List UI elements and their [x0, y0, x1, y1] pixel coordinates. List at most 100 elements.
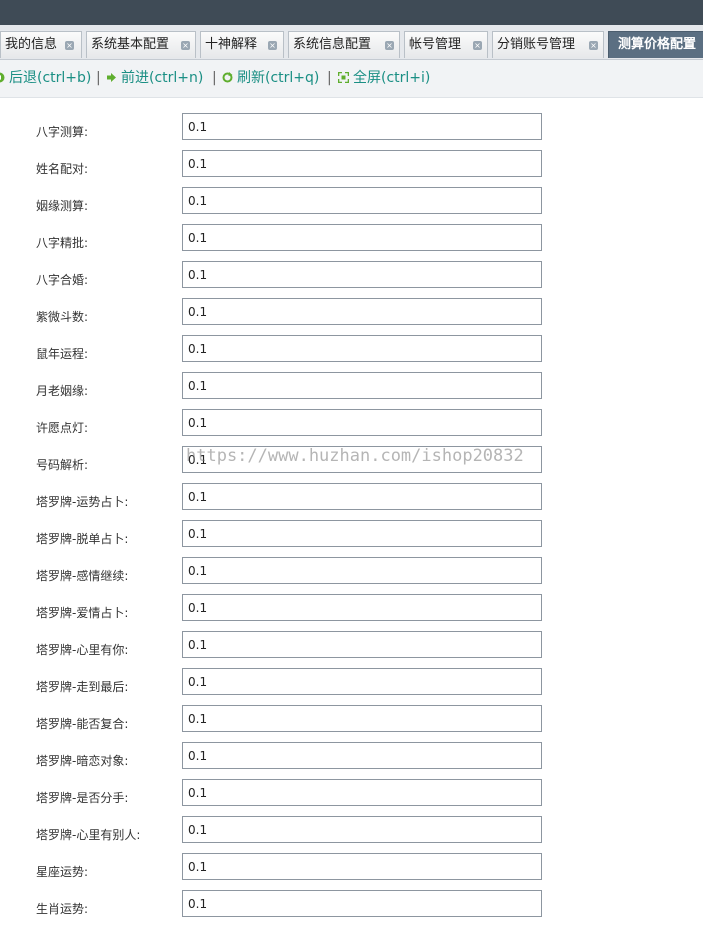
close-icon[interactable]: × [65, 41, 74, 50]
field-label: 八字精批: [36, 236, 89, 250]
form-row: 塔罗牌-感情继续: [0, 555, 703, 592]
refresh-icon [222, 72, 233, 83]
fullscreen-button[interactable]: 全屏(ctrl+i) [338, 60, 430, 97]
form-row: 紫微斗数: [0, 296, 703, 333]
tarot-single-price-input[interactable] [182, 520, 542, 547]
close-icon[interactable]: × [473, 41, 482, 50]
form-row: 星座运势: [0, 851, 703, 888]
field-label: 鼠年运程: [36, 347, 89, 361]
forward-arrow-icon [107, 73, 116, 82]
back-arrow-icon [0, 72, 5, 83]
tab-label: 十神解释 [205, 37, 258, 52]
form-row: 姓名配对: [0, 148, 703, 185]
toolbar-separator: | [212, 70, 217, 86]
field-label: 塔罗牌-心里有你: [36, 643, 129, 657]
marriage-fate-price-input[interactable] [182, 187, 542, 214]
field-label: 星座运势: [36, 865, 89, 879]
form-row: 塔罗牌-暗恋对象: [0, 740, 703, 777]
tarot-has-you-price-input[interactable] [182, 631, 542, 658]
form-row: 塔罗牌-能否复合: [0, 703, 703, 740]
tab-distribution-account[interactable]: 分销账号管理 × [492, 31, 604, 58]
forward-label: 前进(ctrl+n) [121, 70, 204, 86]
price-config-form: 八字测算: 姓名配对: 姻缘测算: 八字精批: 八字合婚: 紫微斗数: 鼠年运程… [0, 97, 703, 917]
field-label: 塔罗牌-爱情占卜: [36, 606, 129, 620]
close-icon[interactable]: × [385, 41, 394, 50]
toolbar-separator: | [327, 70, 332, 86]
tarot-someone-else-price-input[interactable] [182, 816, 542, 843]
form-row: 八字精批: [0, 222, 703, 259]
forward-button[interactable]: 前进(ctrl+n) [106, 60, 203, 97]
form-row: 塔罗牌-运势占卜: [0, 481, 703, 518]
form-row: 鼠年运程: [0, 333, 703, 370]
tab-label: 测算价格配置 [618, 37, 697, 52]
tarot-crush-price-input[interactable] [182, 742, 542, 769]
tarot-reunite-price-input[interactable] [182, 705, 542, 732]
field-label: 月老姻缘: [36, 384, 89, 398]
fullscreen-label: 全屏(ctrl+i) [353, 70, 431, 86]
tab-price-config[interactable]: 测算价格配置 [608, 31, 703, 58]
field-label: 姓名配对: [36, 162, 89, 176]
tab-label: 帐号管理 [409, 37, 462, 52]
bazi-marriage-price-input[interactable] [182, 261, 542, 288]
horoscope-price-input[interactable] [182, 853, 542, 880]
toolbar-separator: | [96, 70, 101, 86]
rat-year-price-input[interactable] [182, 335, 542, 362]
zodiac-price-input[interactable] [182, 890, 542, 917]
wish-lamp-price-input[interactable] [182, 409, 542, 436]
field-label: 塔罗牌-是否分手: [36, 791, 129, 805]
tarot-love-price-input[interactable] [182, 594, 542, 621]
form-row: 八字合婚: [0, 259, 703, 296]
form-row: 塔罗牌-走到最后: [0, 666, 703, 703]
field-label: 号码解析: [36, 458, 89, 472]
tarot-to-end-price-input[interactable] [182, 668, 542, 695]
field-label: 塔罗牌-脱单占卜: [36, 532, 129, 546]
tarot-breakup-price-input[interactable] [182, 779, 542, 806]
form-row: 塔罗牌-心里有你: [0, 629, 703, 666]
field-label: 八字合婚: [36, 273, 89, 287]
tab-shishen-explain[interactable]: 十神解释 × [200, 31, 284, 58]
field-label: 塔罗牌-能否复合: [36, 717, 129, 731]
fullscreen-icon [338, 72, 349, 83]
field-label: 塔罗牌-心里有别人: [36, 828, 141, 842]
form-row: 塔罗牌-脱单占卜: [0, 518, 703, 555]
field-label: 姻缘测算: [36, 199, 89, 213]
tab-label: 系统基本配置 [91, 37, 170, 52]
form-row: 月老姻缘: [0, 370, 703, 407]
form-row: 许愿点灯: [0, 407, 703, 444]
tab-my-info[interactable]: 我的信息 × [0, 31, 82, 58]
window-header-bar [0, 0, 703, 25]
close-icon[interactable]: × [268, 41, 277, 50]
close-icon[interactable]: × [181, 41, 190, 50]
tarot-fortune-price-input[interactable] [182, 483, 542, 510]
close-icon[interactable]: × [589, 41, 598, 50]
tab-bar: 我的信息 × 系统基本配置 × 十神解释 × 系统信息配置 × 帐号管理 × 分… [0, 25, 703, 60]
field-label: 生肖运势: [36, 902, 89, 916]
field-label: 塔罗牌-暗恋对象: [36, 754, 129, 768]
tab-label: 分销账号管理 [497, 37, 576, 52]
back-button[interactable]: 后退(ctrl+b) [0, 60, 91, 97]
form-row: 塔罗牌-心里有别人: [0, 814, 703, 851]
form-row: 生肖运势: [0, 888, 703, 925]
tarot-continue-price-input[interactable] [182, 557, 542, 584]
field-label: 塔罗牌-运势占卜: [36, 495, 129, 509]
yuelao-price-input[interactable] [182, 372, 542, 399]
ziwei-price-input[interactable] [182, 298, 542, 325]
form-row: 塔罗牌-爱情占卜: [0, 592, 703, 629]
back-label: 后退(ctrl+b) [9, 70, 92, 86]
form-row: 姻缘测算: [0, 185, 703, 222]
field-label: 塔罗牌-走到最后: [36, 680, 129, 694]
refresh-button[interactable]: 刷新(ctrl+q) [222, 60, 319, 97]
tab-account-manage[interactable]: 帐号管理 × [404, 31, 488, 58]
name-match-price-input[interactable] [182, 150, 542, 177]
refresh-label: 刷新(ctrl+q) [237, 70, 320, 86]
tab-system-info-config[interactable]: 系统信息配置 × [288, 31, 400, 58]
field-label: 塔罗牌-感情继续: [36, 569, 129, 583]
form-row: 八字测算: [0, 111, 703, 148]
bazi-price-input[interactable] [182, 113, 542, 140]
bazi-detail-price-input[interactable] [182, 224, 542, 251]
toolbar: 后退(ctrl+b) | 前进(ctrl+n) | 刷新(ctrl+q) | 全… [0, 60, 703, 98]
number-analysis-price-input[interactable] [182, 446, 542, 473]
tab-system-basic-config[interactable]: 系统基本配置 × [86, 31, 196, 58]
form-row: 塔罗牌-是否分手: [0, 777, 703, 814]
field-label: 许愿点灯: [36, 421, 89, 435]
